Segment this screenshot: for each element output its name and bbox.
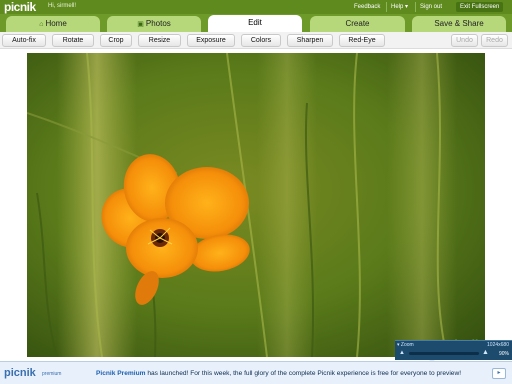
tab-save-share[interactable]: Save & Share [412, 16, 506, 32]
tab-label: Photos [145, 19, 171, 28]
tab-label: Save & Share [434, 19, 484, 28]
photos-icon: ▣ [137, 21, 144, 28]
tab-create[interactable]: Create [310, 16, 405, 32]
auto-fix-button[interactable]: Auto-fix [2, 34, 46, 47]
canvas-area: picnik ▾ Zoom 1024x680 ▲ ▲ 90% [0, 49, 512, 368]
tab-home[interactable]: ⌂ Home [6, 16, 100, 32]
redo-button[interactable]: Redo [481, 34, 508, 47]
zoom-slider[interactable] [409, 352, 479, 368]
banner-message-strong[interactable]: Picnik Premium [96, 370, 145, 377]
tab-bar: ⌂ Home ▣ Photos Edit Create Save & Share [0, 14, 512, 32]
zoom-label[interactable]: ▾ Zoom [397, 342, 414, 348]
tab-label: Edit [248, 18, 262, 27]
red-eye-button[interactable]: Red-Eye [339, 34, 385, 47]
zoom-in-icon[interactable]: ▲ [482, 349, 489, 356]
image-dimensions: 1024x680 [487, 342, 509, 348]
banner-message-text: has launched! For this week, the full gl… [145, 370, 462, 377]
top-bar: picnik Hi, sirmell! Feedback Help ▾ Sign… [0, 0, 512, 14]
home-icon: ⌂ [39, 21, 44, 28]
rotate-button[interactable]: Rotate [52, 34, 94, 47]
edit-toolbar: Auto-fix Rotate Crop Resize Exposure Col… [0, 32, 512, 49]
sign-out-link[interactable]: Sign out [415, 2, 446, 12]
picnik-logo[interactable]: picnik [4, 0, 36, 14]
sharpen-button[interactable]: Sharpen [287, 34, 333, 47]
undo-button[interactable]: Undo [451, 34, 478, 47]
exposure-button[interactable]: Exposure [187, 34, 235, 47]
premium-banner: picnik premium Picnik Premium has launch… [0, 361, 512, 384]
exit-fullscreen-button[interactable]: Exit Fullscreen [456, 2, 504, 12]
help-menu[interactable]: Help ▾ [386, 2, 412, 12]
photo[interactable]: picnik [27, 53, 485, 357]
tab-edit[interactable]: Edit [208, 15, 302, 32]
colors-button[interactable]: Colors [241, 34, 281, 47]
zoom-panel: ▾ Zoom 1024x680 ▲ ▲ 90% [395, 340, 512, 368]
zoom-out-icon[interactable]: ▲ [399, 350, 405, 356]
tab-label: Create [345, 19, 370, 28]
premium-label: premium [42, 371, 62, 377]
feedback-link[interactable]: Feedback [350, 2, 384, 12]
picnik-premium-logo[interactable]: picnik [4, 366, 36, 380]
tab-label: Home [45, 19, 67, 28]
tab-photos[interactable]: ▣ Photos [107, 16, 201, 32]
crop-button[interactable]: Crop [100, 34, 132, 47]
resize-button[interactable]: Resize [138, 34, 181, 47]
banner-arrow-icon[interactable]: ▸ [492, 368, 506, 379]
banner-message[interactable]: Picnik Premium has launched! For this we… [96, 370, 461, 377]
flower-photo-image: picnik [27, 53, 485, 357]
user-greeting: Hi, sirmell! [48, 3, 76, 9]
zoom-percent: 90% [498, 351, 509, 357]
